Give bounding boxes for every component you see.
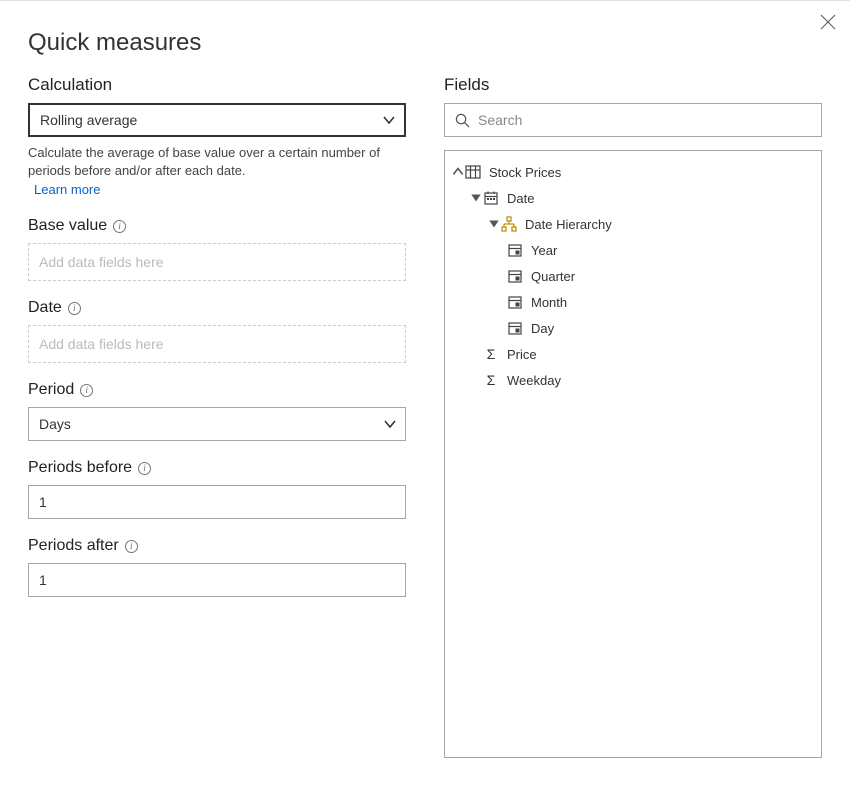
info-icon[interactable]: i bbox=[125, 540, 138, 553]
hierarchy-icon bbox=[501, 216, 517, 232]
base-value-dropzone[interactable]: Add data fields here bbox=[28, 243, 406, 281]
close-button[interactable] bbox=[820, 14, 836, 30]
date-level-icon bbox=[507, 320, 523, 336]
tree-field-row[interactable]: Date bbox=[451, 185, 815, 211]
tree-measure-label: Price bbox=[507, 347, 537, 362]
tree-level-label: Day bbox=[531, 321, 554, 336]
dialog-title: Quick measures bbox=[0, 1, 850, 75]
calendar-icon bbox=[483, 190, 499, 206]
left-column: Calculation Rolling average Calculate th… bbox=[28, 75, 406, 758]
periods-before-label-row: Periods before i bbox=[28, 459, 406, 477]
tree-level-row[interactable]: Day bbox=[451, 315, 815, 341]
period-selected-value: Days bbox=[39, 416, 71, 432]
periods-after-label: Periods after bbox=[28, 537, 119, 555]
date-placeholder: Add data fields here bbox=[39, 336, 164, 352]
right-column: Fields bbox=[444, 75, 822, 758]
chevron-down-icon bbox=[382, 113, 396, 127]
tree-level-row[interactable]: Year bbox=[451, 237, 815, 263]
date-dropzone[interactable]: Add data fields here bbox=[28, 325, 406, 363]
tree-measure-row[interactable]: Σ Price bbox=[451, 341, 815, 367]
fields-search-box[interactable] bbox=[444, 103, 822, 137]
tree-table-label: Stock Prices bbox=[489, 165, 561, 180]
caret-down-icon bbox=[487, 217, 501, 231]
expand-toggle[interactable] bbox=[469, 191, 483, 205]
info-icon[interactable]: i bbox=[138, 462, 151, 475]
tree-hierarchy-row[interactable]: Date Hierarchy bbox=[451, 211, 815, 237]
base-value-label: Base value bbox=[28, 217, 107, 235]
learn-more-link[interactable]: Learn more bbox=[28, 182, 100, 197]
tree-level-label: Quarter bbox=[531, 269, 575, 284]
dialog-columns: Calculation Rolling average Calculate th… bbox=[0, 75, 850, 758]
tree-measure-label: Weekday bbox=[507, 373, 561, 388]
close-icon bbox=[820, 14, 836, 30]
date-level-icon bbox=[507, 294, 523, 310]
info-icon[interactable]: i bbox=[68, 302, 81, 315]
calculation-help-text: Calculate the average of base value over… bbox=[28, 144, 406, 180]
fields-tree-panel: Stock Prices bbox=[444, 150, 822, 758]
date-label-row: Date i bbox=[28, 299, 406, 317]
tree-level-label: Year bbox=[531, 243, 557, 258]
fields-label: Fields bbox=[444, 75, 822, 95]
expand-toggle[interactable] bbox=[451, 165, 465, 179]
periods-before-input[interactable] bbox=[28, 485, 406, 519]
sigma-icon: Σ bbox=[483, 346, 499, 362]
calculation-selected-value: Rolling average bbox=[40, 112, 137, 128]
tree-date-label: Date bbox=[507, 191, 534, 206]
expand-toggle[interactable] bbox=[487, 217, 501, 231]
search-icon bbox=[455, 113, 470, 128]
periods-before-label: Periods before bbox=[28, 459, 132, 477]
tree-table-row[interactable]: Stock Prices bbox=[451, 159, 815, 185]
period-label-row: Period i bbox=[28, 381, 406, 399]
date-label: Date bbox=[28, 299, 62, 317]
date-level-icon bbox=[507, 242, 523, 258]
chevron-down-icon bbox=[383, 417, 397, 431]
caret-down-icon bbox=[469, 191, 483, 205]
tree-measure-row[interactable]: Σ Weekday bbox=[451, 367, 815, 393]
sigma-icon: Σ bbox=[483, 372, 499, 388]
tree-hierarchy-label: Date Hierarchy bbox=[525, 217, 612, 232]
tree-level-row[interactable]: Quarter bbox=[451, 263, 815, 289]
period-select[interactable]: Days bbox=[28, 407, 406, 441]
info-icon[interactable]: i bbox=[80, 384, 93, 397]
tree-level-row[interactable]: Month bbox=[451, 289, 815, 315]
periods-after-input[interactable] bbox=[28, 563, 406, 597]
tree-level-label: Month bbox=[531, 295, 567, 310]
base-value-placeholder: Add data fields here bbox=[39, 254, 164, 270]
calculation-select[interactable]: Rolling average bbox=[28, 103, 406, 137]
base-value-label-row: Base value i bbox=[28, 217, 406, 235]
fields-search-input[interactable] bbox=[478, 112, 811, 128]
periods-after-label-row: Periods after i bbox=[28, 537, 406, 555]
chevron-up-icon bbox=[451, 165, 465, 179]
calculation-label: Calculation bbox=[28, 75, 406, 95]
table-icon bbox=[465, 164, 481, 180]
date-level-icon bbox=[507, 268, 523, 284]
info-icon[interactable]: i bbox=[113, 220, 126, 233]
period-label: Period bbox=[28, 381, 74, 399]
